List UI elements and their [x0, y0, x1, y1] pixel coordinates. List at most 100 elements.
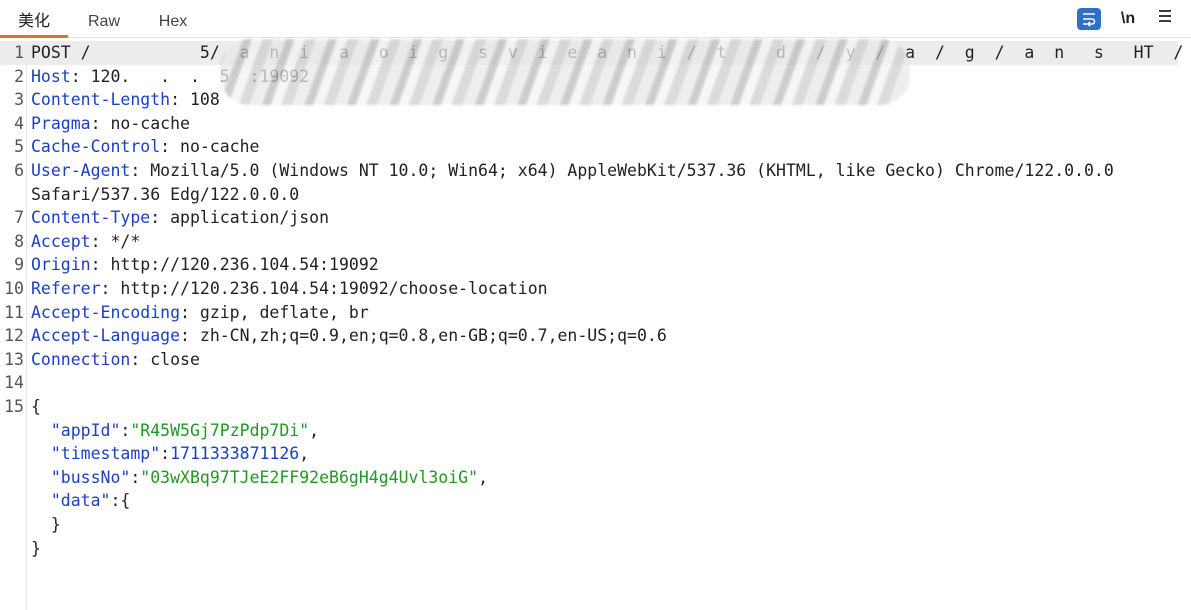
line-number: 3	[14, 90, 24, 110]
syntax-text: : zh-CN,zh;q=0.9,en;q=0.8,en-GB;q=0.7,en…	[180, 326, 667, 346]
code-text: Pragma: no-cache	[31, 112, 190, 136]
code-line: "timestamp":1711333871126,	[0, 442, 1160, 466]
syntax-key: Host	[31, 66, 71, 86]
code-text: Accept-Encoding: gzip, deflate, br	[31, 301, 369, 325]
syntax-key: Content-Type	[31, 208, 151, 228]
syntax-text: : http://120.236.104.54:19092	[90, 255, 379, 275]
syntax-key: Content-Length	[31, 90, 171, 110]
syntax-string: "R45W5Gj7PzPdp7Di"	[130, 420, 310, 440]
syntax-key: Connection	[31, 349, 131, 369]
line-number: 1	[14, 43, 24, 62]
line-number: 11	[4, 302, 24, 322]
line-number: 6	[14, 161, 24, 180]
code-line: 14	[0, 371, 1160, 395]
line-number: 14	[4, 373, 24, 393]
code-text: "appId":"R45W5Gj7PzPdp7Di",	[31, 419, 319, 443]
code-text: }	[31, 537, 41, 561]
syntax-key: Origin	[31, 255, 91, 275]
syntax-text: : close	[130, 349, 200, 369]
syntax-text: : no-cache	[90, 113, 190, 133]
syntax-text: }	[31, 515, 61, 534]
code-line: "bussNo":"03wXBq97TJeE2FF92eB6gH4g4Uvl3o…	[0, 466, 1160, 490]
syntax-text	[31, 421, 51, 440]
code-line: 5 Cache-Control: no-cache	[0, 135, 1160, 159]
code-text: Content-Length: 108	[31, 88, 220, 112]
code-text: Connection: close	[31, 348, 200, 372]
syntax-text: : no-cache	[160, 137, 260, 157]
syntax-text: POST /	[31, 43, 91, 62]
syntax-text: : application/json	[150, 208, 330, 228]
tab-hex[interactable]: Hex	[146, 0, 200, 38]
syntax-key: "timestamp"	[50, 444, 161, 464]
code-line: 13 Connection: close	[0, 348, 1160, 372]
syntax-key: "bussNo"	[50, 467, 131, 487]
code-text: "data":{	[31, 489, 130, 513]
syntax-text: ,	[299, 444, 310, 464]
code-text: "timestamp":1711333871126,	[31, 442, 309, 466]
syntax-text: :	[160, 444, 171, 464]
line-number: 9	[14, 255, 24, 275]
syntax-key: Cache-Control	[31, 137, 161, 157]
code-text: }	[31, 513, 61, 537]
code-line: 15 {	[0, 395, 1160, 419]
syntax-text: :	[120, 420, 131, 440]
code-line: 6 User-Agent: Mozilla/5.0 (Windows NT 10.…	[0, 159, 1160, 183]
syntax-text	[31, 468, 51, 487]
code-line: 7 Content-Type: application/json	[0, 206, 1160, 230]
syntax-text: Safari/537.36 Edg/122.0.0.0	[31, 184, 300, 204]
syntax-text: : 108	[170, 90, 220, 110]
wrap-lines-icon	[1083, 13, 1096, 27]
code-line: 9 Origin: http://120.236.104.54:19092	[0, 253, 1160, 277]
line-number: 13	[4, 349, 24, 369]
code-line: 4 Pragma: no-cache	[0, 112, 1160, 136]
code-text: User-Agent: Mozilla/5.0 (Windows NT 10.0…	[31, 159, 1114, 183]
syntax-key: "appId"	[50, 420, 121, 440]
code-text: Origin: http://120.236.104.54:19092	[31, 253, 379, 277]
syntax-text: ,	[478, 467, 488, 487]
tab-bar: 美化 Raw Hex \n	[0, 0, 1191, 38]
hamburger-menu-icon	[1159, 10, 1171, 22]
syntax-key: Accept-Encoding	[31, 302, 181, 322]
syntax-key: Pragma	[31, 113, 91, 133]
show-newlines-button[interactable]: \n	[1116, 8, 1140, 30]
code-line: }	[0, 513, 1160, 537]
syntax-text	[31, 491, 51, 510]
code-text: Accept-Language: zh-CN,zh;q=0.9,en;q=0.8…	[31, 324, 667, 348]
syntax-text: {	[31, 397, 41, 416]
code-text: Content-Type: application/json	[31, 206, 329, 230]
syntax-key: "data"	[50, 491, 111, 511]
code-text: Accept: */*	[31, 230, 140, 254]
syntax-key: 1711333871126	[170, 444, 300, 464]
code-line: 12 Accept-Language: zh-CN,zh;q=0.9,en;q=0…	[0, 324, 1160, 348]
line-number: 12	[4, 326, 24, 346]
request-editor[interactable]: 1POST / 5/ a n i a o i g s v i e a n i /…	[0, 39, 1191, 610]
code-text: "bussNo":"03wXBq97TJeE2FF92eB6gH4g4Uvl3o…	[31, 466, 488, 490]
code-line: 8 Accept: */*	[0, 230, 1160, 254]
syntax-text: : gzip, deflate, br	[180, 302, 369, 322]
tab-pretty[interactable]: 美化	[0, 0, 68, 38]
syntax-text: :	[130, 467, 141, 487]
code-line: Safari/537.36 Edg/122.0.0.0	[0, 183, 1160, 207]
syntax-key: Accept	[31, 231, 91, 251]
syntax-text: }	[31, 538, 41, 558]
line-number: 15	[4, 397, 24, 416]
code-text: Referer: http://120.236.104.54:19092/cho…	[31, 277, 548, 301]
syntax-text: : Mozilla/5.0 (Windows NT 10.0; Win64; x…	[130, 161, 1114, 180]
syntax-text: ,	[309, 420, 320, 440]
syntax-string: "03wXBq97TJeE2FF92eB6gH4g4Uvl3oiG"	[140, 467, 479, 487]
line-number: 2	[14, 66, 24, 86]
wrap-lines-button[interactable]	[1077, 8, 1101, 30]
line-number: 7	[14, 208, 24, 228]
code-line: "data":{	[0, 489, 1160, 513]
syntax-text: :{	[110, 491, 131, 511]
code-text: {	[31, 395, 41, 419]
syntax-text: : http://120.236.104.54:19092/choose-loc…	[100, 279, 548, 298]
line-number: 4	[14, 113, 24, 133]
syntax-text	[31, 444, 51, 463]
line-number: 10	[4, 279, 24, 298]
tab-raw[interactable]: Raw	[76, 0, 132, 38]
menu-button[interactable]	[1153, 8, 1177, 30]
code-line: 10 Referer: http://120.236.104.54:19092/c…	[0, 277, 1160, 301]
redaction-scribble	[220, 39, 910, 105]
syntax-text: : */*	[90, 231, 141, 251]
